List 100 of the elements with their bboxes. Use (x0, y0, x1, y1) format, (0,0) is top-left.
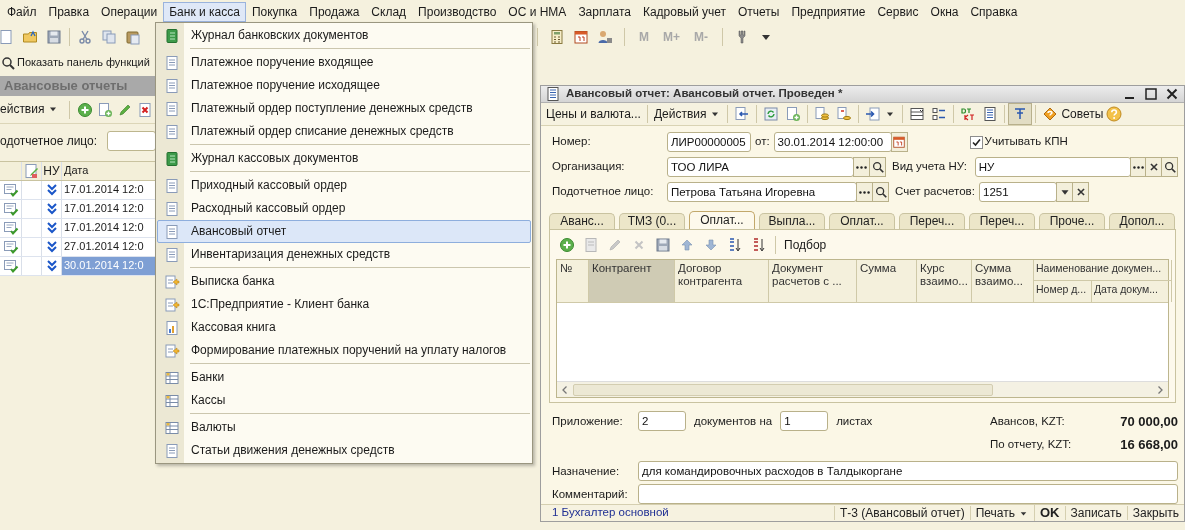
maximize-icon[interactable] (1143, 86, 1159, 102)
calculator-icon[interactable] (549, 29, 565, 45)
search-button[interactable] (872, 182, 889, 202)
scrollbar-thumb[interactable] (573, 383, 993, 396)
comment-field[interactable] (638, 484, 1178, 505)
menu-item[interactable]: Операции (95, 1, 164, 23)
paste-icon[interactable] (125, 29, 141, 45)
menu-item[interactable]: Кадровый учет (636, 1, 732, 23)
save-button[interactable]: Записать (1064, 506, 1127, 521)
menu-item[interactable]: Файл (1, 1, 43, 23)
menu-item[interactable]: Продажа (303, 1, 366, 23)
menu-item[interactable]: Кассы (157, 389, 531, 412)
tab[interactable]: Допол... (1109, 213, 1175, 229)
menu-item[interactable]: Платежное поручение исходящее (157, 74, 531, 97)
search-button[interactable] (869, 157, 886, 177)
menu-item[interactable]: Покупка (245, 1, 304, 23)
menu-item[interactable]: Отчеты (732, 1, 786, 23)
add-icon[interactable] (559, 237, 575, 253)
menu-item[interactable]: Склад (365, 1, 413, 23)
actions-button[interactable]: Действия (650, 104, 725, 124)
print-button[interactable]: Печать (969, 506, 1034, 521)
menu-item[interactable]: Правка (42, 1, 96, 23)
save-icon[interactable] (655, 237, 671, 253)
menu-item[interactable]: Зарплата (572, 1, 637, 23)
prices-button[interactable]: Цены и валюта... (543, 104, 644, 124)
menu-item[interactable]: Кассовая книга (157, 316, 531, 339)
menu-item[interactable]: Производство (412, 1, 503, 23)
tab[interactable]: Выпла... (759, 213, 825, 229)
tab[interactable]: Проче... (1039, 213, 1105, 229)
move-down-icon[interactable] (703, 237, 719, 253)
column-header[interactable]: Договор контрагента (675, 260, 769, 302)
tab[interactable]: Оплат... (829, 213, 895, 229)
menu-item[interactable]: Статьи движения денежных средств (157, 439, 531, 462)
structure-button[interactable] (1008, 103, 1033, 125)
copy-icon[interactable] (97, 101, 114, 118)
user-lock-icon[interactable] (597, 29, 613, 45)
menu-item[interactable]: Окна (924, 1, 965, 23)
tab[interactable]: Переч... (899, 213, 965, 229)
column-header[interactable]: Сумма взаимо... (972, 260, 1034, 302)
number-field[interactable]: ЛИР00000005 (667, 132, 751, 152)
column-header[interactable]: Документ расчетов с ... (769, 260, 857, 302)
save-icon[interactable] (46, 29, 62, 45)
column-header[interactable]: Контрагент (589, 260, 675, 302)
column-header[interactable]: Курс взаимо... (917, 260, 972, 302)
close-icon[interactable] (1164, 86, 1180, 102)
menu-item[interactable]: Журнал банковских документов (157, 24, 531, 47)
tab[interactable]: Переч... (969, 213, 1035, 229)
input-field[interactable]: Петрова Татьяна Игоревна (667, 182, 857, 202)
calendar-icon[interactable] (573, 29, 589, 45)
menu-item[interactable]: Авансовый отчет (157, 220, 531, 243)
purpose-field[interactable]: для командировочных расходов в Талдыкоргане (638, 461, 1178, 482)
sort-descending-icon[interactable] (751, 237, 767, 253)
menu-item[interactable]: ОС и НМА (502, 1, 573, 23)
menu-item[interactable]: Платежный ордер поступление денежных средств (157, 97, 531, 120)
menu-item[interactable]: Формирование платежных поручений на уплату налогов (157, 339, 531, 362)
pick-button[interactable]: Подбор (781, 235, 830, 255)
menu-item[interactable]: Расходный кассовый ордер (157, 197, 531, 220)
menu-item[interactable]: Валюты (157, 416, 531, 439)
show-function-panel-button[interactable]: Показать панель функций (0, 53, 153, 73)
close-button[interactable]: Закрыть (1126, 506, 1184, 521)
advice-button[interactable]: Советы (1039, 104, 1107, 124)
search-button[interactable] (1161, 157, 1178, 177)
date-field[interactable]: 30.01.2014 12:00:00 (773, 132, 892, 152)
print-form-button[interactable]: Т-3 (Авансовый отчет) (834, 506, 970, 521)
input-field[interactable]: НУ (974, 157, 1131, 177)
menu-item[interactable]: Выписка банка (157, 270, 531, 293)
menu-item[interactable]: Предприятие (785, 1, 872, 23)
new-document-icon[interactable] (0, 29, 14, 45)
menu-item[interactable]: Журнал кассовых документов (157, 147, 531, 170)
menu-item[interactable]: Платежное поручение входящее (157, 51, 531, 74)
actions-button[interactable]: ействия (0, 100, 63, 119)
menu-item[interactable]: Банки (157, 366, 531, 389)
menu-item[interactable]: Платежный ордер списание денежных средств (157, 120, 531, 143)
column-header[interactable]: Сумма (857, 260, 917, 302)
clear-button[interactable] (1072, 182, 1089, 202)
menu-item[interactable]: Банк и касса (163, 1, 246, 23)
input-field[interactable]: ТОО ЛИРА (667, 157, 855, 177)
tab[interactable]: Оплат... (689, 211, 755, 229)
filter-field[interactable] (107, 131, 156, 151)
add-icon[interactable] (77, 101, 94, 118)
column-header[interactable]: Дата докум... (1092, 281, 1172, 302)
sort-ascending-icon[interactable] (727, 237, 743, 253)
ok-button[interactable]: OK (1034, 505, 1065, 521)
count-field[interactable]: 2 (638, 411, 686, 432)
menu-item[interactable]: 1С:Предприятие - Клиент банка (157, 293, 531, 316)
column-header[interactable]: Наименование докумен... (1034, 260, 1172, 281)
input-field[interactable]: 1251 (979, 182, 1057, 202)
tab[interactable]: ТМЗ (0... (619, 213, 685, 229)
checkbox[interactable] (969, 135, 983, 149)
delete-icon[interactable] (137, 101, 154, 118)
menu-item[interactable]: Сервис (871, 1, 925, 23)
menu-item[interactable]: Инвентаризация денежных средств (157, 243, 531, 266)
count-field[interactable]: 1 (780, 411, 829, 432)
cut-icon[interactable] (77, 29, 93, 45)
column-header[interactable]: Номер д... (1034, 281, 1092, 302)
menu-item[interactable]: Справка (964, 1, 1024, 23)
tab[interactable]: Аванс... (549, 213, 615, 229)
menu-item[interactable]: Приходный кассовый ордер (157, 174, 531, 197)
open-icon[interactable] (22, 29, 38, 45)
move-up-icon[interactable] (679, 237, 695, 253)
